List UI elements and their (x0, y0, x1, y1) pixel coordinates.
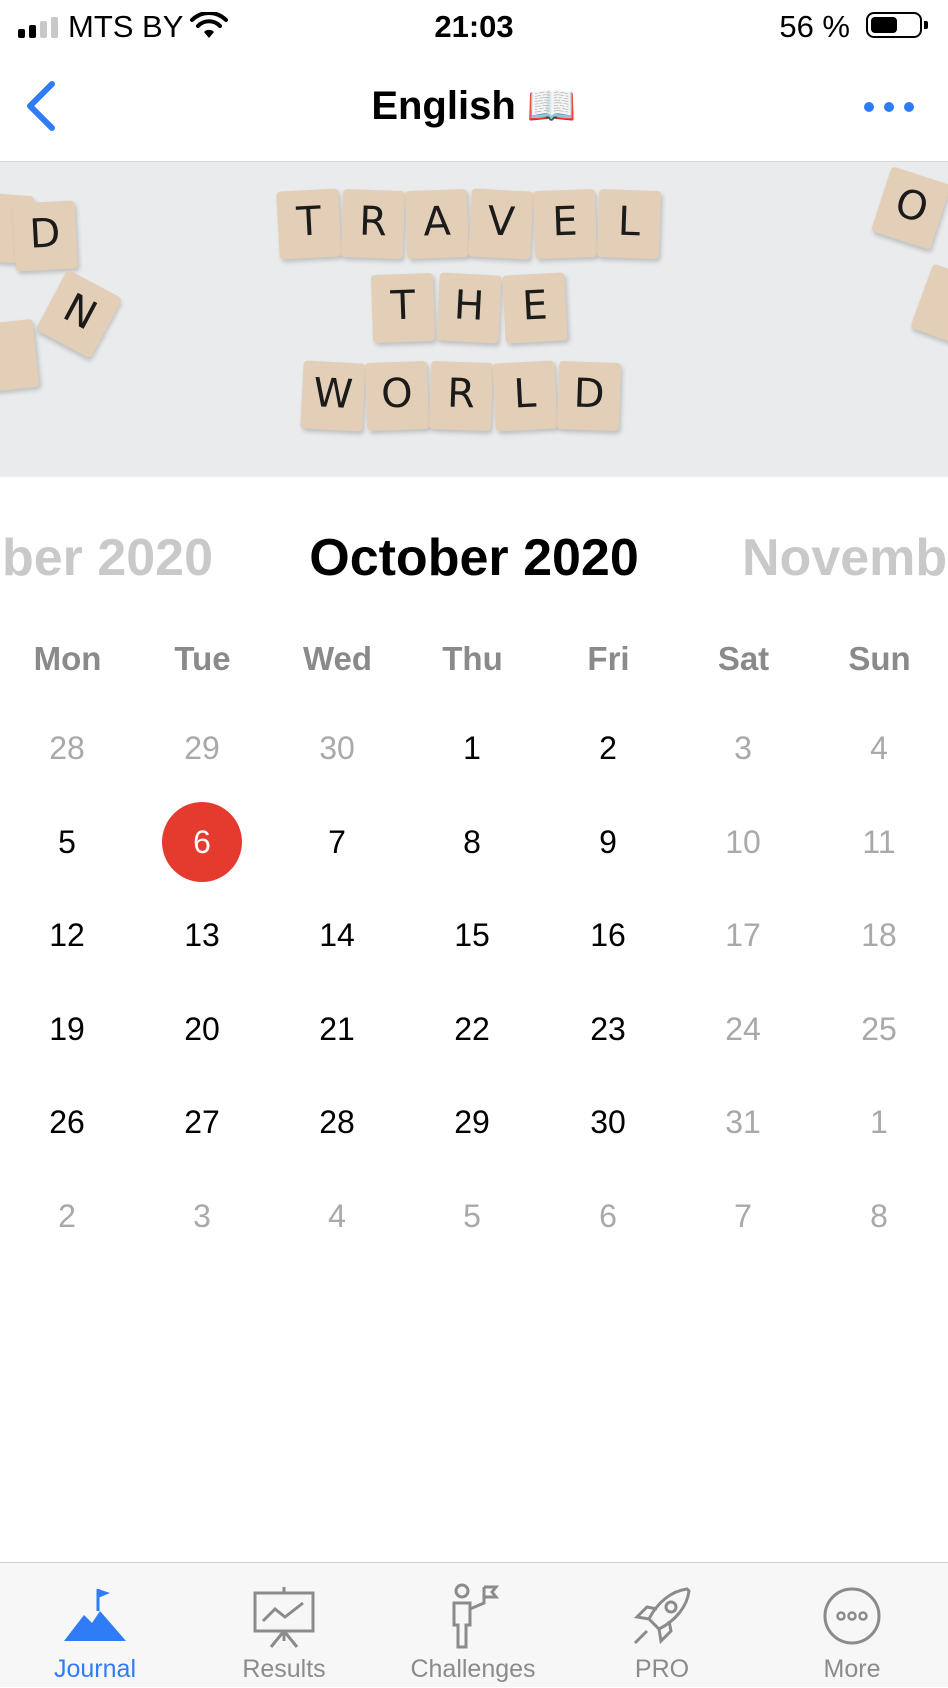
calendar-day-selected[interactable]: 6 (162, 802, 242, 882)
scrabble-tile: E (502, 272, 568, 344)
calendar-day[interactable]: 22 (432, 989, 512, 1069)
calendar-day[interactable]: 3 (162, 1176, 242, 1256)
month-header: ber 2020 October 2020 Novemb (0, 520, 948, 600)
scrabble-tile: D (556, 360, 622, 432)
calendar-day[interactable]: 1 (432, 708, 512, 788)
weekday-label: Tue (174, 640, 231, 677)
banner-image: TRAVELTHEWORLDDNO (0, 162, 948, 477)
calendar-day[interactable]: 7 (703, 1176, 783, 1256)
tab-results[interactable]: Results (189, 1563, 379, 1688)
calendar-day[interactable]: 28 (27, 708, 107, 788)
calendar-day[interactable]: 29 (162, 708, 242, 788)
calendar-day[interactable]: 25 (839, 989, 919, 1069)
tab-journal[interactable]: Journal (0, 1563, 190, 1688)
calendar-day[interactable]: 18 (839, 895, 919, 975)
tab-label: Results (242, 1655, 326, 1683)
calendar-day[interactable]: 4 (839, 708, 919, 788)
tab-label: PRO (634, 1655, 690, 1683)
scrabble-tile: V (468, 188, 534, 260)
chart-board-icon (249, 1581, 319, 1651)
scrabble-tile: L (596, 188, 662, 260)
calendar-day[interactable]: 30 (297, 708, 377, 788)
more-options-button[interactable] (864, 92, 914, 122)
calendar-day[interactable]: 16 (568, 895, 648, 975)
calendar-day[interactable]: 5 (432, 1176, 512, 1256)
calendar-day[interactable]: 9 (568, 802, 648, 882)
calendar-day[interactable]: 2 (568, 708, 648, 788)
scrabble-tile: H (436, 272, 502, 344)
calendar-day[interactable]: 19 (27, 989, 107, 1069)
calendar-day[interactable]: 14 (297, 895, 377, 975)
status-bar: MTS BY 21:03 56 % (0, 0, 948, 54)
scrabble-tile: T (276, 188, 342, 260)
calendar-day[interactable]: 31 (703, 1082, 783, 1162)
person-flag-icon (438, 1581, 508, 1651)
calendar-day[interactable]: 30 (568, 1082, 648, 1162)
calendar-day[interactable]: 10 (703, 802, 783, 882)
scrabble-tile: E (532, 188, 598, 260)
calendar-day[interactable]: 24 (703, 989, 783, 1069)
calendar-day[interactable]: 27 (162, 1082, 242, 1162)
weekday-label: Fri (587, 640, 630, 677)
calendar-day[interactable]: 12 (27, 895, 107, 975)
scrabble-tile: D (12, 200, 78, 272)
weekday-label: Wed (302, 640, 373, 677)
calendar-day[interactable]: 6 (568, 1176, 648, 1256)
calendar-day[interactable]: 28 (297, 1082, 377, 1162)
calendar-day[interactable]: 26 (27, 1082, 107, 1162)
scrabble-tile: T (370, 272, 436, 344)
scrabble-tile: O (364, 360, 430, 432)
calendar-day[interactable]: 15 (432, 895, 512, 975)
battery-percent: 56 % (779, 9, 850, 44)
calendar-grid: 28 29 30 1 2 3 4 5 6 7 8 9 10 11 12 13 14 15 16 17 18 19 20 21 2… (0, 700, 948, 1260)
mountain-flag-icon (60, 1581, 130, 1651)
weekday-label: Thu (442, 640, 503, 677)
calendar-day[interactable]: 8 (839, 1176, 919, 1256)
weekday-label: Mon (33, 640, 102, 677)
tab-challenges[interactable]: Challenges (378, 1563, 568, 1688)
more-circle-icon (817, 1581, 887, 1651)
calendar-day[interactable]: 7 (297, 802, 377, 882)
calendar-day[interactable]: 17 (703, 895, 783, 975)
tab-label: More (823, 1655, 881, 1683)
tab-pro[interactable]: PRO (567, 1563, 757, 1688)
scrabble-tile: R (428, 360, 494, 432)
next-month-label[interactable]: Novemb (742, 528, 947, 588)
weekday-label: Sat (717, 640, 770, 677)
navigation-bar: English 📖 (0, 54, 948, 162)
calendar-day[interactable]: 8 (432, 802, 512, 882)
scrabble-tile (0, 318, 40, 394)
ellipsis-icon (864, 102, 874, 112)
calendar-day[interactable]: 13 (162, 895, 242, 975)
weekday-header: Mon Tue Wed Thu Fri Sat Sun (0, 640, 948, 690)
calendar-day[interactable]: 21 (297, 989, 377, 1069)
rocket-icon (627, 1581, 697, 1651)
tab-bar: Journal Results Challenges PRO More (0, 1562, 948, 1687)
scrabble-tile: R (340, 188, 406, 260)
calendar-day[interactable]: 2 (27, 1176, 107, 1256)
calendar-day[interactable]: 20 (162, 989, 242, 1069)
scrabble-tile: N (35, 269, 123, 359)
tab-label: Journal (54, 1655, 136, 1683)
calendar-day[interactable]: 4 (297, 1176, 377, 1256)
tab-more[interactable]: More (757, 1563, 947, 1688)
calendar-day[interactable]: 29 (432, 1082, 512, 1162)
battery-icon (866, 12, 928, 38)
calendar-day[interactable]: 3 (703, 708, 783, 788)
scrabble-tile: O (871, 166, 948, 250)
scrabble-tile: A (404, 188, 470, 260)
weekday-label: Sun (848, 640, 911, 677)
page-title: English 📖 (371, 84, 577, 128)
scrabble-tile: L (492, 360, 558, 432)
calendar-day[interactable]: 5 (27, 802, 107, 882)
calendar-day[interactable]: 11 (839, 802, 919, 882)
scrabble-tile: W (300, 360, 366, 432)
calendar-day[interactable]: 23 (568, 989, 648, 1069)
scrabble-tile (910, 263, 948, 349)
calendar-day[interactable]: 1 (839, 1082, 919, 1162)
tab-label: Challenges (410, 1655, 536, 1683)
